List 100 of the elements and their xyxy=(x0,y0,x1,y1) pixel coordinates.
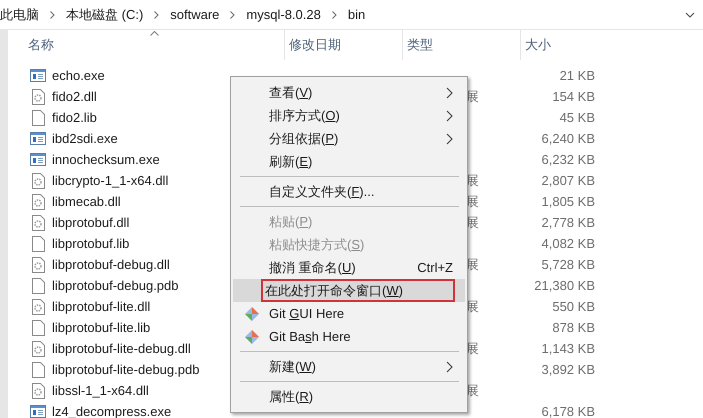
menu-item[interactable]: Git Bash Here xyxy=(233,325,465,348)
file-size: 6,232 KB xyxy=(542,152,595,167)
menu-item-label: 查看(V) xyxy=(268,84,314,102)
chevron-right-icon xyxy=(50,10,55,18)
file-type: 展 xyxy=(466,192,479,211)
application-icon xyxy=(30,132,46,145)
column-header[interactable]: 修改日期 xyxy=(289,35,341,55)
file-name[interactable]: fido2.lib xyxy=(52,108,97,128)
file-name[interactable]: libprotobuf.lib xyxy=(52,234,130,254)
file-name[interactable]: innochecksum.exe xyxy=(52,150,160,170)
shortcut-label: Ctrl+Z xyxy=(417,258,453,277)
menu-item-label: 粘贴快捷方式(S) xyxy=(268,236,366,254)
menu-item-label: 刷新(E) xyxy=(268,152,314,171)
file-name[interactable]: libprotobuf-lite.dll xyxy=(52,296,150,316)
menu-item-label: 属性(R) xyxy=(268,388,314,406)
menu-item[interactable]: 在此处打开命令窗口(W) xyxy=(233,279,465,302)
file-type: 展 xyxy=(466,340,479,358)
file-size: 6,240 KB xyxy=(542,130,595,146)
file-size: 1,143 KB xyxy=(542,340,595,356)
column-header[interactable]: 名称 xyxy=(28,35,54,55)
file-size: 154 KB xyxy=(552,88,595,104)
menu-item[interactable]: 属性(R) xyxy=(233,385,465,408)
menu-item[interactable]: 自定义文件夹(F)... xyxy=(233,180,465,203)
gear-file-icon xyxy=(32,298,44,314)
menu-item-label: 撤消 重命名(U) xyxy=(268,258,357,277)
file-icon xyxy=(32,320,44,336)
breadcrumb-item[interactable]: 此电脑 xyxy=(0,4,39,24)
menu-item-label: 在此处打开命令窗口(W) xyxy=(263,280,453,300)
breadcrumb-item[interactable]: bin xyxy=(348,4,366,24)
column-header[interactable]: 大小 xyxy=(525,35,551,55)
file-icon xyxy=(32,236,44,252)
file-size: 5,728 KB xyxy=(542,256,595,272)
file-type: 展 xyxy=(466,256,479,274)
gear-file-icon xyxy=(32,382,44,398)
file-name[interactable]: libprotobuf-debug.dll xyxy=(52,254,170,274)
chevron-right-icon xyxy=(332,10,337,18)
file-name[interactable]: libprotobuf-lite.lib xyxy=(52,318,150,338)
file-type: 展 xyxy=(466,382,479,400)
column-header[interactable]: 类型 xyxy=(407,35,433,55)
file-type: 展 xyxy=(466,172,479,190)
menu-item[interactable]: Git GUI Here xyxy=(233,302,465,325)
file-size: 878 KB xyxy=(552,320,595,335)
gear-file-icon xyxy=(32,88,44,104)
application-icon xyxy=(30,153,46,166)
file-size: 2,778 KB xyxy=(542,214,595,230)
chevron-right-icon xyxy=(446,132,453,144)
file-size: 3,892 KB xyxy=(542,362,595,377)
menu-item-label: 自定义文件夹(F)... xyxy=(268,182,376,201)
menu-item-label: Git Bash Here xyxy=(268,328,352,346)
menu-item[interactable]: 分组依据(P) xyxy=(233,127,465,150)
menu-item[interactable]: 新建(W) xyxy=(233,355,465,378)
dropdown-chevron-icon[interactable] xyxy=(685,12,695,18)
breadcrumb-item[interactable]: software xyxy=(170,4,220,24)
gear-file-icon xyxy=(32,172,44,188)
file-icon xyxy=(32,278,44,294)
menu-item-label: 粘贴(P) xyxy=(268,212,314,231)
chevron-right-icon xyxy=(230,10,236,18)
file-type: 展 xyxy=(466,298,479,316)
file-size: 1,805 KB xyxy=(542,194,595,209)
chevron-right-icon xyxy=(446,360,453,372)
address-bar[interactable]: 此电脑 本地磁盘 (C:) software mysql-8.0.28 bin xyxy=(0,0,703,30)
menu-item-label: Git GUI Here xyxy=(268,304,346,323)
file-size: 6,178 KB xyxy=(542,404,595,418)
file-type: 展 xyxy=(466,214,479,232)
file-icon xyxy=(32,110,44,126)
menu-item[interactable]: 撤消 重命名(U) Ctrl+Z xyxy=(233,256,465,279)
file-size: 2,807 KB xyxy=(542,172,595,188)
file-name[interactable]: libprotobuf-debug.pdb xyxy=(52,276,178,296)
diamond-icon xyxy=(245,330,259,344)
file-name[interactable]: ibd2sdi.exe xyxy=(52,128,118,148)
chevron-right-icon xyxy=(446,86,453,98)
file-icon xyxy=(32,362,44,378)
file-name[interactable]: libprotobuf.dll xyxy=(52,212,130,232)
menu-item-label: 新建(W) xyxy=(268,358,317,376)
menu-item-label: 排序方式(O) xyxy=(268,106,341,125)
gear-file-icon xyxy=(32,194,44,210)
file-name[interactable]: libprotobuf-lite-debug.pdb xyxy=(52,360,200,380)
breadcrumb-item[interactable]: 本地磁盘 (C:) xyxy=(66,4,144,24)
menu-item[interactable]: 查看(V) xyxy=(233,81,465,104)
sort-caret-icon xyxy=(150,31,159,36)
file-name[interactable]: libprotobuf-lite-debug.dll xyxy=(52,338,191,358)
menu-item[interactable]: 刷新(E) xyxy=(233,150,465,173)
file-name[interactable]: libssl-1_1-x64.dll xyxy=(52,380,149,400)
file-size: 550 KB xyxy=(552,298,595,314)
file-name[interactable]: echo.exe xyxy=(52,66,105,86)
gear-file-icon xyxy=(32,214,44,230)
chevron-right-icon xyxy=(154,10,160,18)
menu-item-label: 分组依据(P) xyxy=(268,130,340,148)
file-size: 21,380 KB xyxy=(534,278,595,293)
gear-file-icon xyxy=(32,256,44,272)
file-name[interactable]: libcrypto-1_1-x64.dll xyxy=(52,170,168,190)
chevron-right-icon xyxy=(446,110,453,122)
breadcrumb-item[interactable]: mysql-8.0.28 xyxy=(246,4,321,24)
application-icon xyxy=(30,69,46,82)
file-name[interactable]: libmecab.dll xyxy=(52,192,121,212)
file-size: 4,082 KB xyxy=(542,236,595,251)
menu-item[interactable]: 排序方式(O) xyxy=(233,104,465,127)
diamond-icon xyxy=(245,306,259,320)
file-name[interactable]: fido2.dll xyxy=(52,86,97,106)
gear-file-icon xyxy=(32,340,44,356)
